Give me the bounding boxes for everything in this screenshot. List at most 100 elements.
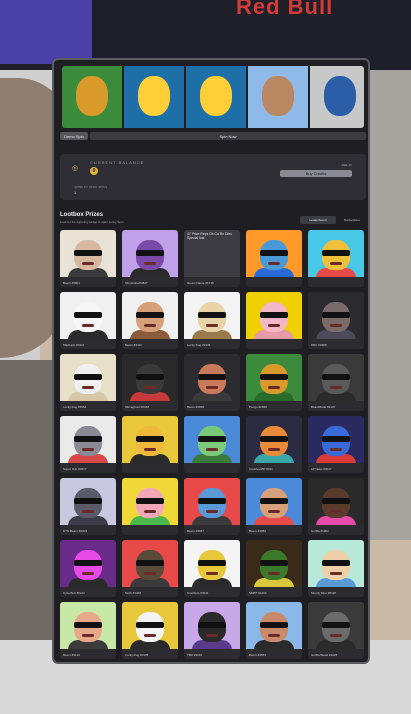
prize-card[interactable]: Gorilla #1902 (308, 478, 364, 535)
prize-card[interactable]: Beers #4113 (60, 602, 116, 659)
avatar-mouth (82, 510, 94, 513)
prize-label: Gorilla Beast #1025 (311, 653, 338, 657)
prize-image (308, 478, 364, 525)
avatar-eyes (74, 250, 102, 256)
tab-demo-spin[interactable]: Demo Spin (60, 132, 88, 140)
prize-label: Pengu #2698 (249, 405, 267, 409)
prize-label: Sloth #1468 (125, 591, 142, 595)
prize-card[interactable]: Lucky Dog #2345 (184, 292, 240, 349)
banner-figure (138, 76, 170, 116)
prize-image (122, 292, 178, 339)
avatar-eyes (260, 312, 288, 318)
leaderboard-button[interactable]: Leaderboard (300, 216, 336, 224)
bg-right (370, 40, 411, 540)
prize-card[interactable]: MadLads #4411 (60, 292, 116, 349)
avatar-eyes (136, 250, 164, 256)
avatar-mouth (206, 324, 218, 327)
avatar-eyes (322, 250, 350, 256)
prize-card[interactable] (122, 416, 178, 473)
prize-card[interactable]: Lucky Dog #2195 (122, 602, 178, 659)
prizes-title: Lootbox Prizes (60, 212, 104, 218)
avatar-mouth (144, 572, 156, 575)
prize-label: Smolbots #3011 (187, 591, 209, 595)
prize-label: MadLads #4411 (63, 343, 85, 347)
lootbox-panel: Demo Spin Spin Now ◎ CURRENT BALANCE 0 S… (52, 58, 370, 664)
avatar-eyes (322, 622, 350, 628)
prize-image (308, 540, 364, 587)
prize-label: Lucky Dog #2345 (187, 343, 211, 347)
prize-card[interactable]: Beers #4553 (246, 602, 302, 659)
avatar-mouth (268, 386, 280, 389)
prize-card[interactable]: CrestlessBP #011 (246, 416, 302, 473)
prize-image (60, 540, 116, 587)
prize-card[interactable] (184, 416, 240, 473)
prize-card[interactable]: Super Dub #0577 (60, 416, 116, 473)
prize-card[interactable]: Smolbots #3011 (184, 540, 240, 597)
spins-label: SPINS TO OPEN SPINS (74, 185, 108, 189)
prize-label: Nouns Name #1738 (187, 281, 214, 285)
avatar-eyes (260, 250, 288, 256)
avatar-eyes (136, 436, 164, 442)
prize-card[interactable]: Beers #4411 (122, 292, 178, 349)
prize-image (246, 540, 302, 587)
avatar-eyes (198, 560, 226, 566)
avatar-eyes (74, 498, 102, 504)
coins-icon: ◎ (72, 165, 79, 172)
prize-card[interactable] (308, 230, 364, 287)
spins-value: 1 (74, 190, 77, 195)
avatar-eyes (198, 312, 226, 318)
prize-image (122, 354, 178, 401)
prize-card[interactable]: Gorilla Beast #1025 (308, 602, 364, 659)
prize-card[interactable]: SlimeGlow#0827 (122, 230, 178, 287)
spin-tabs: Demo Spin Spin Now (60, 132, 366, 140)
prize-card[interactable]: Lucky Dog #5054 (60, 354, 116, 411)
avatar-mouth (144, 262, 156, 265)
prize-label: Beers #4113 (63, 653, 80, 657)
buy-credits-button[interactable]: Buy Credits (280, 170, 352, 177)
avatar-eyes (260, 436, 288, 442)
prize-card[interactable] (246, 292, 302, 349)
prize-card[interactable]: SMBT #1403 (246, 540, 302, 597)
prize-card[interactable]: TBD #1169 (184, 602, 240, 659)
prize-grid: Beers #0801 SlimeGlow#0827 47 Prize Reps C… (60, 230, 366, 659)
prize-card[interactable] (246, 230, 302, 287)
prize-card[interactable]: DTN Bears #0003 (60, 478, 116, 535)
tab-spin-now[interactable]: Spin Now (90, 132, 366, 140)
avatar-eyes (74, 622, 102, 628)
prize-label: DTN Bears #0003 (63, 529, 88, 533)
prize-card[interactable]: Beers #4698 (184, 354, 240, 411)
avatar-eyes (198, 374, 226, 380)
marketplace-link[interactable]: Marketplace (339, 216, 365, 224)
avatar-eyes (198, 498, 226, 504)
prize-label: DBC #0388 (311, 343, 327, 347)
avatar-mouth (206, 386, 218, 389)
avatar-mouth (330, 634, 342, 637)
banner-figure (262, 76, 294, 116)
prize-card[interactable]: Beers #0801 (60, 230, 116, 287)
avatar-mouth (268, 262, 280, 265)
prize-card[interactable]: Pengu #2698 (246, 354, 302, 411)
prize-card[interactable]: DBC #0388 (308, 292, 364, 349)
prize-image (122, 230, 178, 277)
avatar-mouth (206, 448, 218, 451)
prize-card[interactable]: Moody Dino #0118 (308, 540, 364, 597)
prize-card[interactable]: Beers #4882 (246, 478, 302, 535)
avatar-mouth (330, 262, 342, 265)
prize-card[interactable] (122, 478, 178, 535)
avatar-mouth (82, 448, 94, 451)
prize-card[interactable]: LP Neko #0017 (308, 416, 364, 473)
prize-card[interactable]: Cyberbull #0214 (60, 540, 116, 597)
banner-tile (62, 66, 122, 128)
prize-card[interactable]: Sloth #1468 (122, 540, 178, 597)
avatar-mouth (206, 572, 218, 575)
avatar-eyes (322, 560, 350, 566)
prize-card[interactable]: 47 Prize Reps Cb Ca Rn Dbrc Special lost… (184, 230, 240, 287)
banner-figure (76, 76, 108, 116)
prize-card[interactable]: Slimeghoul #0048 (122, 354, 178, 411)
balance-value: 0 (90, 167, 98, 175)
avatar-eyes (260, 498, 288, 504)
banner-figure (200, 76, 232, 116)
prize-card[interactable]: BeastMode #2197 (308, 354, 364, 411)
avatar-mouth (330, 510, 342, 513)
prize-card[interactable]: Beers #3987 (184, 478, 240, 535)
